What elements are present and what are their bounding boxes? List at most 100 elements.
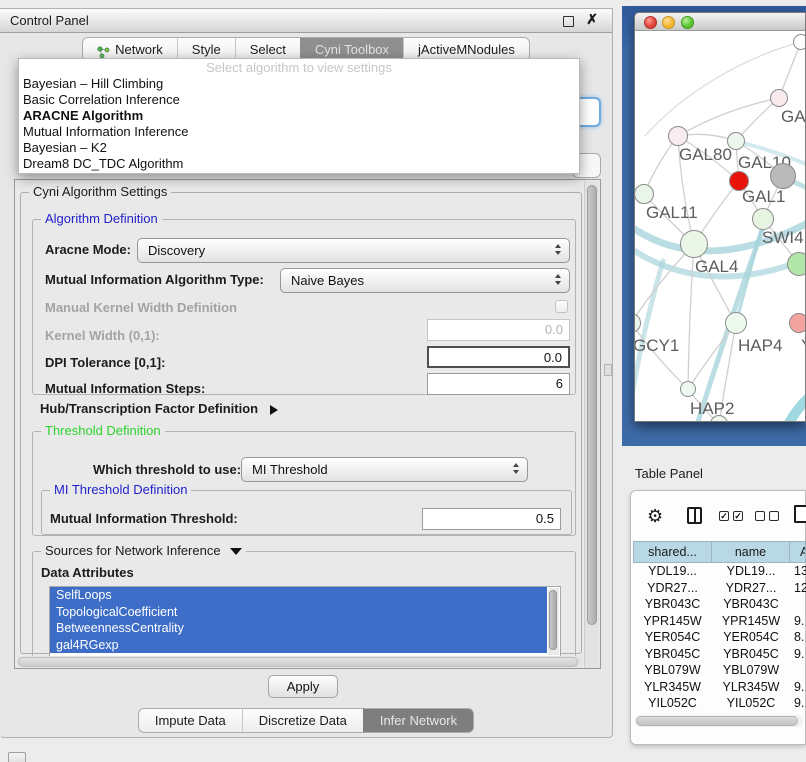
deselect-all-checkbox-icon[interactable] [769,511,779,521]
collapse-down-arrow-icon [230,548,242,555]
table-cell: YLR345W [633,679,712,696]
network-node-label: GAL [781,107,805,127]
table-cell [790,596,806,613]
data-attributes-list[interactable]: SelfLoopsTopologicalCoefficientBetweenne… [49,586,561,657]
mi-steps-field[interactable]: 6 [427,373,570,395]
dpi-tolerance-field[interactable]: 0.0 [427,346,570,368]
attribute-list-item[interactable]: BetweennessCentrality [50,620,547,637]
bottom-tab[interactable]: Infer Network [363,708,474,733]
network-node[interactable] [668,126,688,146]
table-row[interactable]: YBL079W YBL079W [633,662,806,679]
algorithm-option[interactable]: ARACNE Algorithm [19,108,579,124]
table-row[interactable]: YBR045C YBR045C 9. [633,646,806,663]
table-row[interactable]: YBR043C YBR043C [633,596,806,613]
stepper-arrows-icon [555,244,561,255]
table-header-row: shared...nameA [633,541,806,563]
network-node[interactable] [789,313,805,333]
network-node[interactable] [770,89,788,107]
table-cell: YDL19... [712,563,790,580]
table-cell: YBR043C [633,596,712,613]
which-threshold-label: Which threshold to use: [93,462,241,478]
network-node[interactable] [793,34,805,50]
table-column-header[interactable]: shared... [633,542,712,562]
table-row[interactable]: YPR145W YPR145W 9. [633,613,806,630]
panel-divider-handle[interactable] [604,364,612,376]
expand-right-arrow-icon [270,405,278,415]
table-cell: YDR27... [712,580,790,597]
list-vertical-scrollbar[interactable] [548,588,559,655]
network-node[interactable] [787,252,805,276]
deselect-all-checkbox-icon[interactable] [755,511,765,521]
bottom-left-widget[interactable] [8,752,26,762]
network-node[interactable] [727,132,745,150]
network-window-titlebar[interactable] [635,13,805,31]
network-node[interactable] [680,381,696,397]
mi-threshold-field[interactable]: 0.5 [422,508,561,530]
table-cell: 9. [790,695,806,712]
network-window[interactable]: GALGAL80GAL10GAL1GAL11GAL4SWI4GCY1HAP4YH… [634,12,806,422]
attribute-list-item[interactable]: TopologicalCoefficient [50,604,547,621]
network-canvas[interactable]: GALGAL80GAL10GAL1GAL11GAL4SWI4GCY1HAP4YH… [635,31,805,421]
dropdown-placeholder: Select algorithm to view settings [19,59,579,76]
bottom-tab[interactable]: Discretize Data [242,708,363,733]
algorithm-definition-group: Algorithm Definition Aracne Mode: Discov… [32,219,576,395]
aracne-mode-select[interactable]: Discovery [137,238,570,263]
aracne-mode-value: Discovery [148,243,205,258]
table-column-header[interactable]: name [712,542,790,562]
settings-horizontal-scrollbar[interactable] [17,656,583,667]
which-threshold-select[interactable]: MI Threshold [241,457,528,482]
attribute-list-item[interactable]: gal4RGexp [50,637,547,654]
sources-title: Sources for Network Inference [45,543,221,558]
bottom-tab[interactable]: Impute Data [138,708,242,733]
mi-algorithm-type-select[interactable]: Naive Bayes [280,268,570,293]
mi-threshold-label: Mutual Information Threshold: [50,511,238,527]
page-icon[interactable] [794,505,806,523]
network-node[interactable] [752,208,774,230]
kernel-width-field[interactable]: 0.0 [427,319,570,341]
table-column-header[interactable]: A [790,542,806,562]
manual-kernel-width-label: Manual Kernel Width Definition [45,300,237,316]
manual-kernel-width-checkbox[interactable] [555,300,568,313]
select-all-checkbox-icon[interactable]: ✓ [733,511,743,521]
hub-section-label: Hub/Transcription Factor Definition [40,401,258,416]
cyni-toolbox-tab-bar: Impute DataDiscretize DataInfer Network [0,708,612,733]
table-row[interactable]: YLR345W YLR345W 9. [633,679,806,696]
algorithm-option[interactable]: Dream8 DC_TDC Algorithm [19,156,579,172]
table-row[interactable]: YER054C YER054C 8. [633,629,806,646]
close-icon[interactable]: ✗ [586,11,598,28]
close-button-icon[interactable] [644,16,657,29]
table-cell: YBR043C [712,596,790,613]
network-node[interactable] [635,313,641,333]
stepper-arrows-icon [513,463,519,474]
algorithm-option[interactable]: Basic Correlation Inference [19,92,579,108]
attribute-list-item[interactable]: SelfLoops [50,587,547,604]
sources-toggle[interactable]: Sources for Network Inference [41,543,246,558]
table-horizontal-scrollbar[interactable] [635,715,803,727]
table-cell: YBL079W [633,662,712,679]
mi-algorithm-type-label: Mutual Information Algorithm Type: [45,272,264,288]
gear-icon[interactable]: ⚙ [647,505,663,527]
apply-button[interactable]: Apply [268,675,338,698]
table-row[interactable]: YDR27... YDR27... 12 [633,580,806,597]
network-node[interactable] [680,230,708,258]
minimize-button-icon[interactable] [662,16,675,29]
float-window-icon[interactable] [563,16,574,27]
select-all-checkbox-icon[interactable]: ✓ [719,511,729,521]
table-cell: YER054C [633,629,712,646]
algorithm-dropdown-popup: Select algorithm to view settings Bayesi… [18,58,580,174]
algorithm-option[interactable]: Bayesian – K2 [19,140,579,156]
algorithm-option[interactable]: Bayesian – Hill Climbing [19,76,579,92]
settings-vertical-scrollbar[interactable] [584,181,599,668]
network-node-label: GAL1 [742,187,785,207]
network-node[interactable] [770,163,796,189]
columns-icon[interactable] [687,507,702,524]
table-cell: 9. [790,613,806,630]
hub-section-toggle[interactable]: Hub/Transcription Factor Definition [40,401,278,417]
network-node[interactable] [725,312,747,334]
algorithm-option[interactable]: Mutual Information Inference [19,124,579,140]
table-row[interactable]: YIL052C YIL052C 9. [633,695,806,712]
network-node[interactable] [635,184,654,204]
table-cell: 13 [790,563,806,580]
zoom-button-icon[interactable] [681,16,694,29]
table-row[interactable]: YDL19... YDL19... 13 [633,563,806,580]
